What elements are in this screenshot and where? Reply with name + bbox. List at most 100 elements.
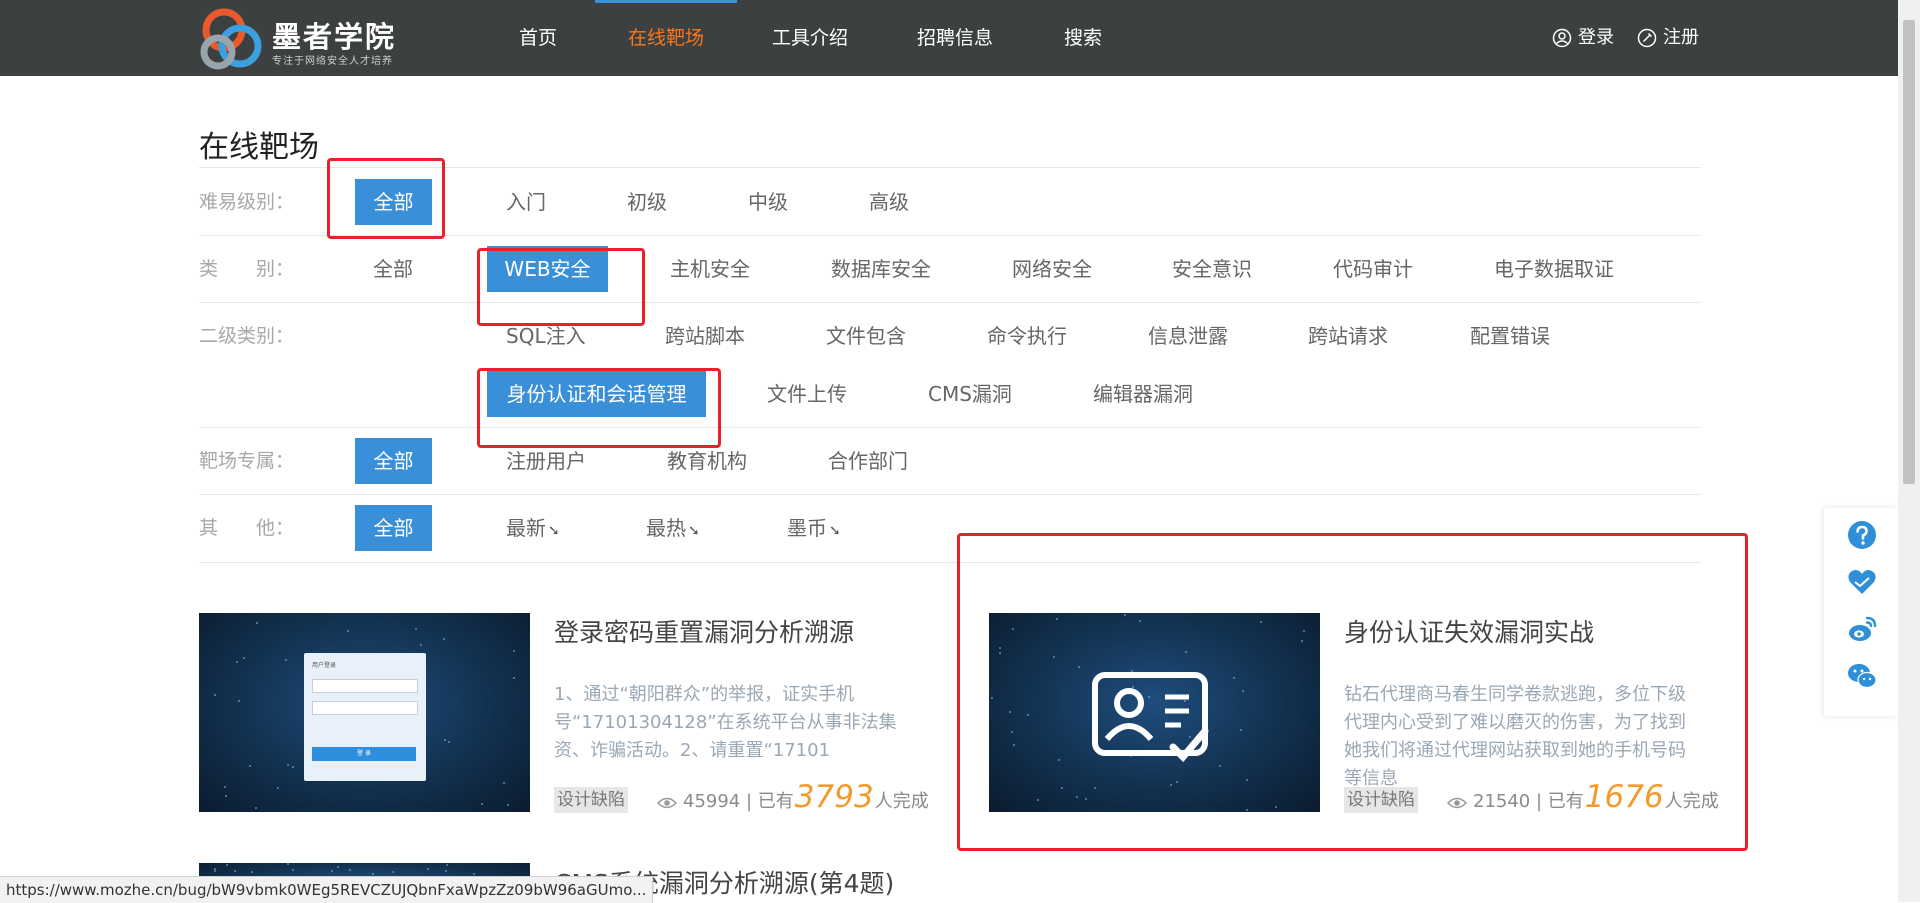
wechat-icon[interactable] [1847,661,1877,691]
card-1-tag: 设计缺陷 [554,787,628,813]
sparkle-dot [251,871,253,873]
sparkle-dot [415,628,417,630]
login-label: 登录 [1578,27,1614,48]
category-option-database-security[interactable]: 数据库安全 [831,246,931,292]
subcategory-option-misconfig[interactable]: 配置错误 [1470,313,1550,359]
sparkle-dot [446,864,448,866]
login-form-title: 用户登录 [312,662,337,669]
divider [199,427,1701,428]
card-1-done-suffix: 人完成 [874,791,929,812]
subcategory-option-xss[interactable]: 跨站脚本 [665,313,745,359]
exclusive-option-partner[interactable]: 合作部门 [828,438,908,484]
sort-coins[interactable]: 墨币 ➘ [787,505,841,551]
other-option-all[interactable]: 全部 [355,505,432,551]
sort-arrow-icon: ➘ [829,523,841,539]
site-logo[interactable]: 墨者学院 专注于网络安全人才培养 [198,6,428,72]
difficulty-option-advanced[interactable]: 高级 [869,179,909,225]
status-url: https://www.mozhe.cn/bug/bW9vbmk0WEg5REV… [0,876,654,903]
subcategory-option-editor[interactable]: 编辑器漏洞 [1093,371,1193,417]
category-option-all[interactable]: 全部 [373,246,413,292]
handshake-icon[interactable] [1847,567,1877,597]
subcategory-option-info-leak[interactable]: 信息泄露 [1148,313,1228,359]
sparkle-dot [249,765,251,767]
subcategory-option-cms[interactable]: CMS漏洞 [928,371,1012,417]
sparkle-dot [445,870,447,872]
exclusive-option-all[interactable]: 全部 [355,438,432,484]
nav-search[interactable]: 搜索 [1062,0,1104,76]
register-label: 注册 [1663,27,1699,48]
sparkle-dot [238,700,240,702]
card-1-title[interactable]: 登录密码重置漏洞分析溯源 [554,613,854,649]
edit-icon [1637,28,1657,48]
weibo-icon[interactable] [1847,614,1877,644]
card-1-done-prefix: | 已有 [746,791,794,812]
sparkle-dot [331,870,333,872]
sort-arrow-icon: ➘ [548,523,560,539]
difficulty-option-beginner[interactable]: 初级 [627,179,667,225]
sort-newest-label: 最新 [506,516,546,540]
nav-tools[interactable]: 工具介绍 [770,0,850,76]
subcategory-option-command-exec[interactable]: 命令执行 [987,313,1067,359]
sparkle-dot [287,764,289,766]
top-navbar: 墨者学院 专注于网络安全人才培养 首页 在线靶场 工具介绍 招聘信息 搜索 登录… [0,0,1898,76]
subcategory-label: 二级类别： [199,325,295,347]
card-1-views: 45994 [683,791,741,812]
sparkle-dot [507,804,509,806]
floating-sidebar [1824,508,1898,716]
card-1-done-count: 3793 [794,779,874,815]
category-option-host-security[interactable]: 主机安全 [670,246,750,292]
login-form-illustration: 用户登录 登 录 [304,653,426,781]
login-link[interactable]: 登录 [1552,0,1614,76]
sort-coins-label: 墨币 [787,516,827,540]
sparkle-dot [256,622,258,624]
nav-online-range[interactable]: 在线靶场 [595,0,737,76]
sparkle-dot [214,694,216,696]
eye-icon [657,797,677,809]
sparkle-dot [234,870,236,872]
sparkle-dot [243,657,245,659]
subcategory-option-file-inclusion[interactable]: 文件包含 [826,313,906,359]
highlight-box-difficulty [327,158,445,239]
category-option-network-security[interactable]: 网络安全 [1012,246,1092,292]
sparkle-dot [226,864,228,866]
sparkle-dot [292,766,294,768]
sparkle-dot [214,868,216,870]
divider [199,302,1701,303]
subcategory-option-csrf[interactable]: 跨站请求 [1308,313,1388,359]
difficulty-option-intermediate[interactable]: 中级 [748,179,788,225]
sparkle-dot [427,868,429,870]
logo-mark-icon [200,8,262,70]
sparkle-dot [443,638,445,640]
difficulty-option-intro[interactable]: 入门 [506,179,546,225]
divider [199,494,1701,495]
sparkle-dot [473,873,475,875]
user-icon [1552,28,1572,48]
vertical-scrollbar[interactable] [1898,0,1920,902]
sort-newest[interactable]: 最新 ➘ [506,505,560,551]
nav-jobs[interactable]: 招聘信息 [915,0,995,76]
page-title: 在线靶场 [199,130,319,165]
sparkle-dot [236,661,238,663]
exclusive-label: 靶场专属： [199,450,295,472]
category-label: 类 别： [199,258,295,280]
sparkle-dot [292,869,294,871]
sort-hottest[interactable]: 最热 ➘ [646,505,700,551]
sparkle-dot [225,795,227,797]
sparkle-dot [285,659,287,661]
question-icon[interactable] [1847,520,1877,550]
scrollbar-thumb[interactable] [1903,20,1915,484]
card-1-thumbnail[interactable]: 用户登录 登 录 [199,613,530,812]
highlight-box-category [477,248,645,326]
nav-home[interactable]: 首页 [510,0,566,76]
category-option-security-awareness[interactable]: 安全意识 [1172,246,1252,292]
sort-hottest-label: 最热 [646,516,686,540]
sparkle-dot [277,787,279,789]
subcategory-option-file-upload[interactable]: 文件上传 [767,371,847,417]
category-option-forensics[interactable]: 电子数据取证 [1494,246,1614,292]
sparkle-dot [337,866,339,868]
sparkle-dot [481,803,483,805]
sparkle-dot [420,644,422,646]
category-option-code-audit[interactable]: 代码审计 [1333,246,1413,292]
card-1-description: 1、通过“朝阳群众”的举报，证实手机号“17101304128”在系统平台从事非… [554,684,897,761]
register-link[interactable]: 注册 [1637,0,1699,76]
